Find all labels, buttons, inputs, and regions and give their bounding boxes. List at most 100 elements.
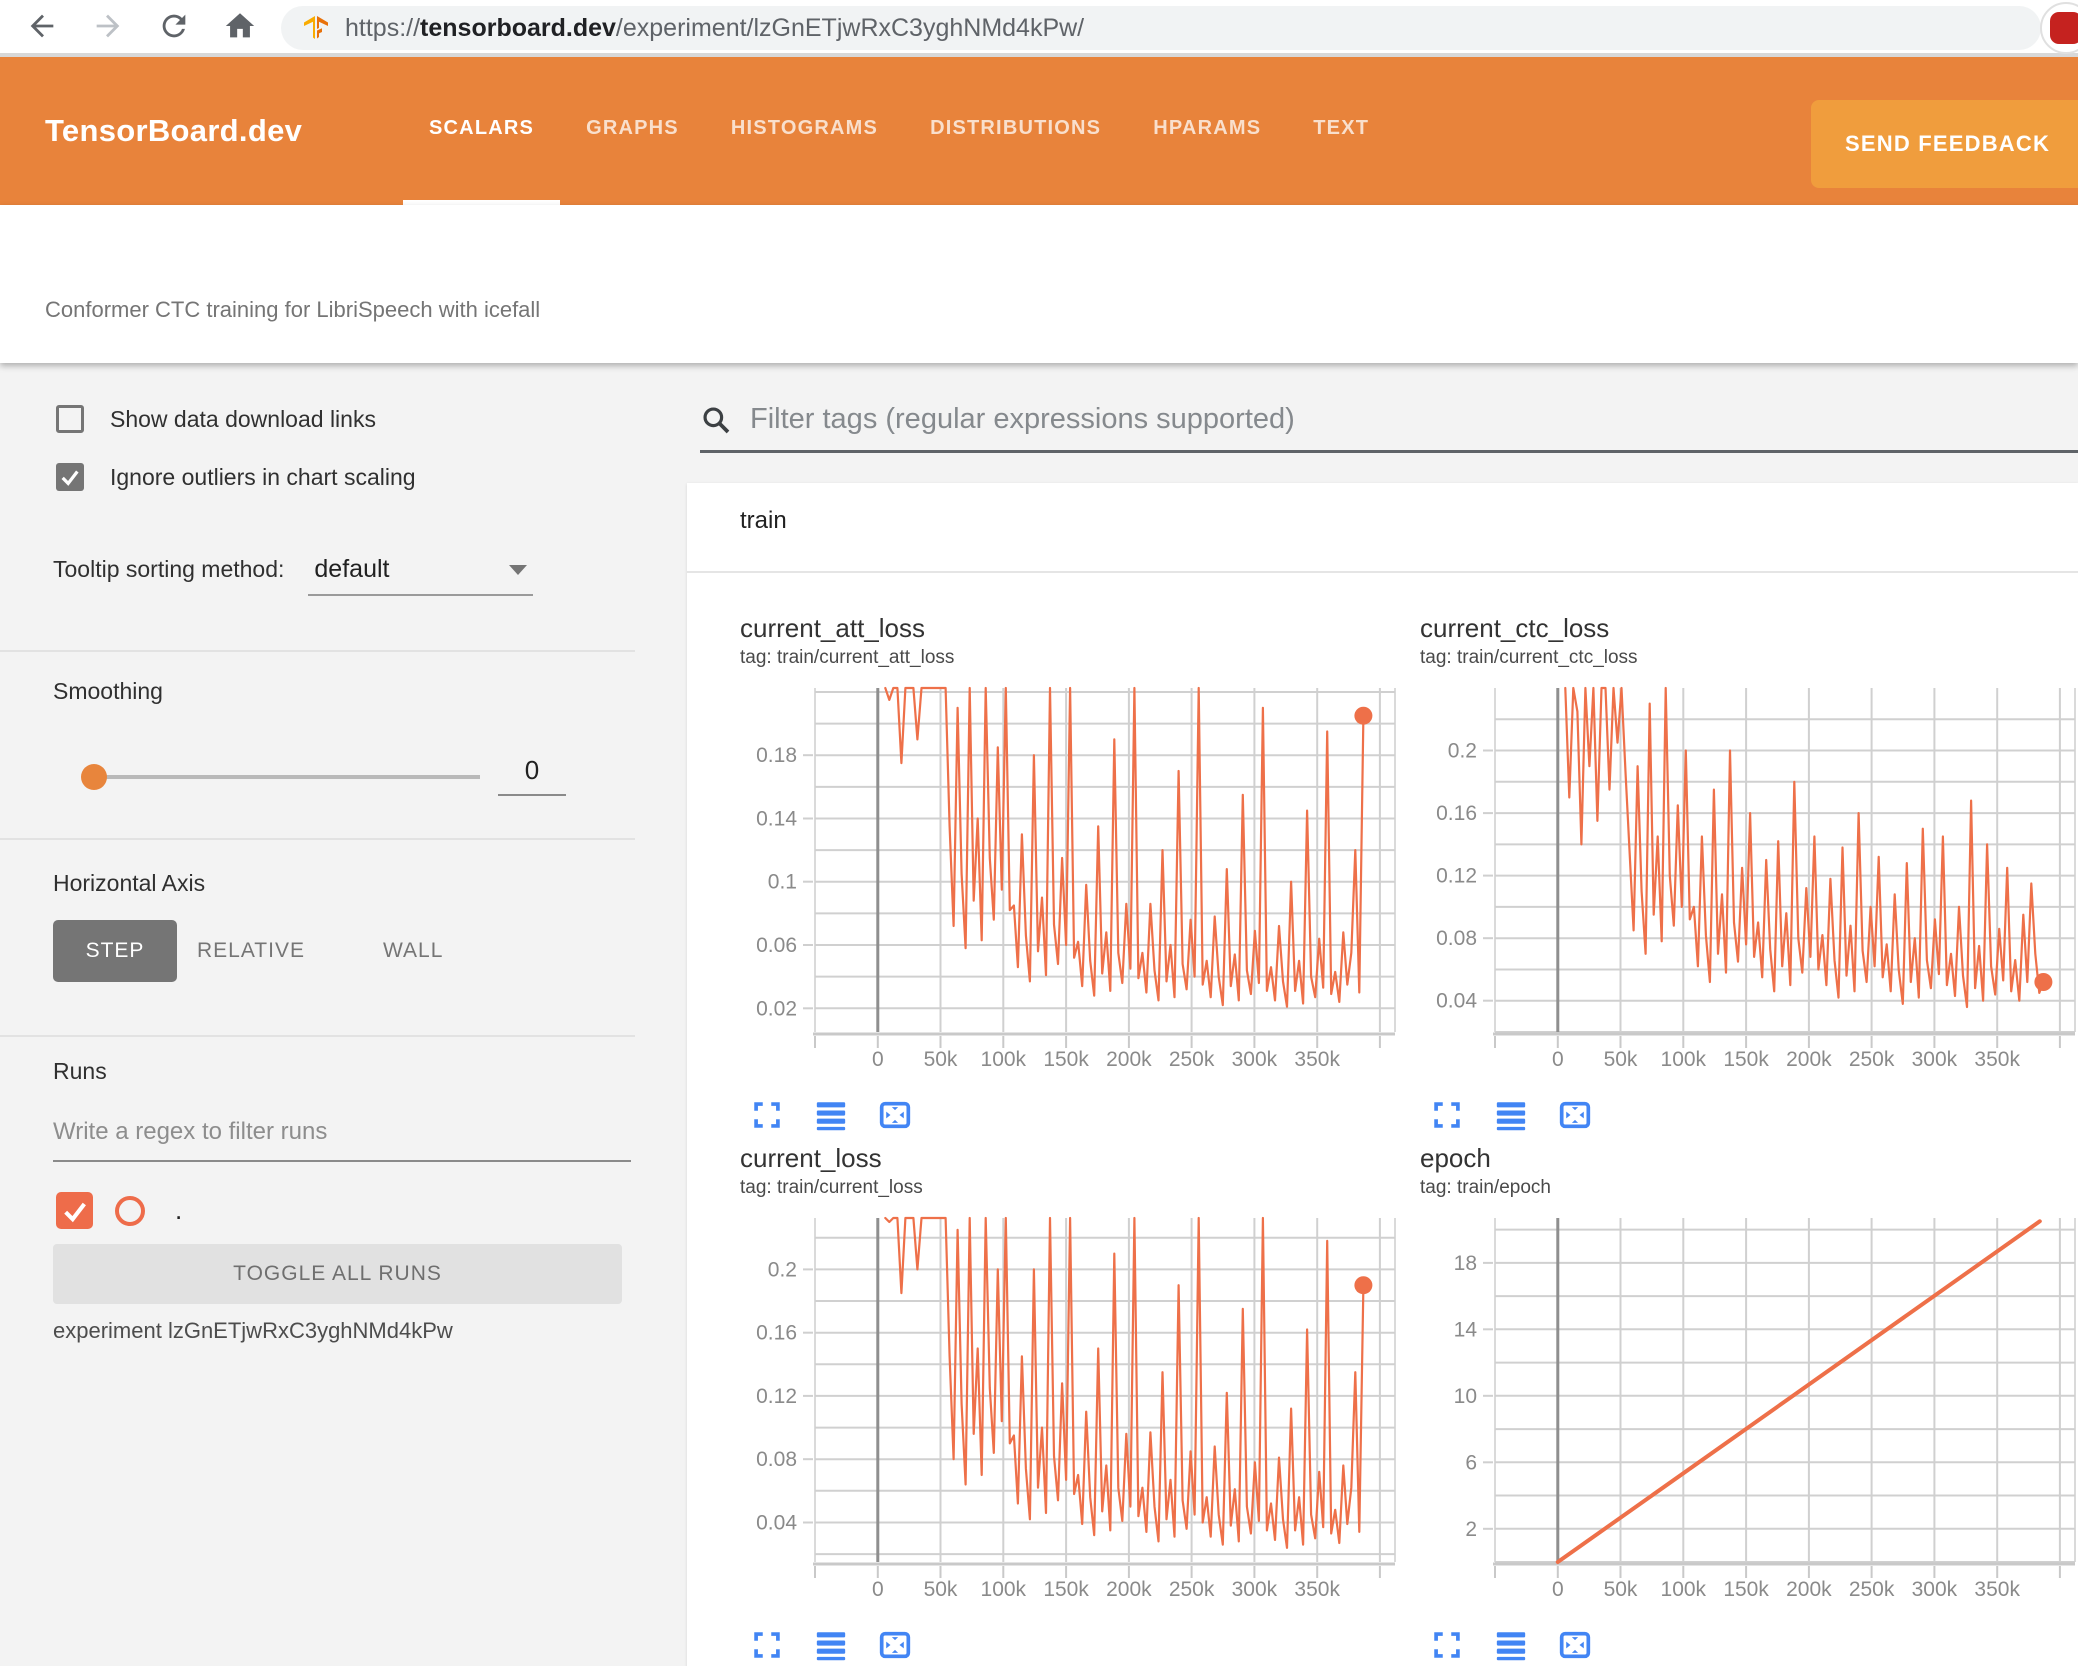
tab-histograms[interactable]: HISTOGRAMS	[705, 57, 904, 205]
run-color-swatch[interactable]	[115, 1195, 145, 1226]
chart-actions	[750, 1098, 1400, 1132]
fullscreen-icon[interactable]	[750, 1098, 784, 1132]
runs-filter-input[interactable]	[53, 1112, 631, 1162]
search-icon	[700, 404, 732, 436]
svg-text:300k: 300k	[1912, 1048, 1958, 1071]
svg-text:250k: 250k	[1169, 1578, 1215, 1601]
smoothing-slider[interactable]	[81, 764, 480, 790]
svg-text:0.04: 0.04	[1436, 990, 1477, 1013]
tooltip-sorting-value: default	[314, 555, 390, 583]
svg-text:200k: 200k	[1106, 1578, 1152, 1601]
axis-relative-button[interactable]: RELATIVE	[177, 920, 325, 982]
divider	[0, 838, 635, 840]
data-table-icon[interactable]	[814, 1628, 848, 1662]
svg-text:0.12: 0.12	[756, 1385, 797, 1408]
chart-canvas[interactable]: 0.04 0.08 0.12 0.16 0.2 0 50k 100k 150k 200k 250k 3…	[1420, 684, 2078, 1076]
fit-to-view-icon[interactable]	[1558, 1628, 1592, 1662]
profile-avatar[interactable]	[2040, 2, 2078, 54]
svg-text:0.12: 0.12	[1436, 865, 1477, 888]
svg-text:14: 14	[1454, 1318, 1478, 1341]
main-content: train current_att_loss tag: train/current…	[635, 363, 2078, 1666]
divider	[687, 571, 2078, 573]
fullscreen-icon[interactable]	[1430, 1098, 1464, 1132]
svg-text:18: 18	[1454, 1252, 1477, 1275]
axis-step-button[interactable]: STEP	[53, 920, 177, 982]
reload-icon[interactable]	[154, 6, 194, 46]
chart-canvas[interactable]: 0.02 0.06 0.1 0.14 0.18 0 50k 100k 150k 200k 250k 3…	[740, 684, 1400, 1076]
run-checkbox[interactable]	[56, 1192, 93, 1229]
url-path: /experiment/lzGnETjwRxC3yghNMd4kPw/	[615, 13, 1085, 42]
tab-distributions[interactable]: DISTRIBUTIONS	[904, 57, 1127, 205]
filter-tags-input[interactable]	[750, 403, 2078, 436]
svg-text:0.16: 0.16	[756, 1322, 797, 1345]
svg-text:150k: 150k	[1043, 1048, 1089, 1071]
data-table-icon[interactable]	[1494, 1628, 1528, 1662]
fit-to-view-icon[interactable]	[878, 1098, 912, 1132]
chart-tag: tag: train/current_att_loss	[740, 647, 955, 668]
app-logo: TensorBoard.dev	[45, 113, 303, 148]
divider	[0, 1035, 635, 1037]
tab-hparams[interactable]: HPARAMS	[1127, 57, 1287, 205]
data-table-icon[interactable]	[814, 1098, 848, 1132]
forward-icon[interactable]	[88, 6, 128, 46]
svg-text:0: 0	[872, 1578, 884, 1601]
url-bar[interactable]: https://tensorboard.dev/experiment/lzGnE…	[281, 6, 2041, 50]
axis-wall-button[interactable]: WALL	[363, 920, 463, 982]
svg-text:0.18: 0.18	[756, 744, 797, 767]
svg-text:250k: 250k	[1849, 1578, 1895, 1601]
svg-text:0.06: 0.06	[756, 934, 797, 957]
svg-text:0.14: 0.14	[756, 808, 797, 831]
chart-actions	[1430, 1628, 2078, 1662]
data-table-icon[interactable]	[1494, 1098, 1528, 1132]
svg-text:0: 0	[1552, 1578, 1564, 1601]
fullscreen-icon[interactable]	[750, 1628, 784, 1662]
experiment-title-bar: Conformer CTC training for LibriSpeech w…	[0, 205, 2078, 363]
chart-canvas[interactable]: 0.04 0.08 0.12 0.16 0.2 0 50k 100k 150k 200k 250k 3…	[740, 1214, 1400, 1606]
smoothing-value-input[interactable]: 0	[498, 755, 566, 796]
send-feedback-button[interactable]: SEND FEEDBACK	[1811, 100, 2078, 188]
url-domain: tensorboard.dev	[420, 13, 616, 42]
smoothing-label: Smoothing	[53, 678, 163, 704]
svg-text:250k: 250k	[1849, 1048, 1895, 1071]
chart-title: current_ctc_loss	[1420, 613, 1610, 643]
svg-text:150k: 150k	[1723, 1048, 1769, 1071]
chart-canvas[interactable]: 2 6 10 14 18 0 50k 100k 150k 200k 250k 300k 350k	[1420, 1214, 2078, 1606]
horizontal-axis-label: Horizontal Axis	[53, 870, 206, 896]
tab-scalars[interactable]: SCALARS	[403, 57, 561, 205]
svg-text:0.04: 0.04	[756, 1512, 797, 1535]
tag-group-title[interactable]: train	[740, 507, 787, 535]
page: https://tensorboard.dev/experiment/lzGnE…	[0, 0, 2078, 1666]
svg-text:100k: 100k	[981, 1048, 1027, 1071]
home-icon[interactable]	[220, 6, 260, 46]
svg-text:300k: 300k	[1912, 1578, 1958, 1601]
chevron-down-icon	[509, 564, 528, 575]
fullscreen-icon[interactable]	[1430, 1628, 1464, 1662]
fit-to-view-icon[interactable]	[1558, 1098, 1592, 1132]
toggle-all-runs-button[interactable]: TOGGLE ALL RUNS	[53, 1244, 622, 1304]
svg-text:0.08: 0.08	[756, 1448, 797, 1471]
tab-graphs[interactable]: GRAPHS	[560, 57, 705, 205]
chart-current_att_loss: current_att_loss tag: train/current_att_l…	[740, 612, 1400, 1132]
chart-title: epoch	[1420, 1143, 1491, 1173]
svg-text:200k: 200k	[1786, 1048, 1832, 1071]
fit-to-view-icon[interactable]	[878, 1628, 912, 1662]
ignore-outliers-checkbox[interactable]	[56, 463, 84, 491]
tooltip-sorting-label: Tooltip sorting method:	[53, 556, 285, 582]
tooltip-sorting-select[interactable]: default	[308, 555, 534, 596]
svg-text:100k: 100k	[1661, 1048, 1707, 1071]
svg-text:0: 0	[872, 1048, 884, 1071]
svg-text:200k: 200k	[1786, 1578, 1832, 1601]
tab-text[interactable]: TEXT	[1287, 57, 1395, 205]
svg-text:50k: 50k	[924, 1048, 958, 1071]
svg-text:100k: 100k	[981, 1578, 1027, 1601]
experiment-title: Conformer CTC training for LibriSpeech w…	[45, 297, 541, 322]
back-icon[interactable]	[22, 6, 62, 46]
chart-tag: tag: train/current_loss	[740, 1177, 923, 1198]
svg-text:50k: 50k	[1604, 1048, 1638, 1071]
smoothing-slider-thumb[interactable]	[81, 764, 107, 790]
settings-sidebar: Show data download links Ignore outliers…	[0, 363, 635, 1666]
url-text: https://tensorboard.dev/experiment/lzGnE…	[345, 14, 1084, 43]
show-download-links-checkbox[interactable]	[56, 405, 84, 433]
runs-label: Runs	[53, 1058, 107, 1084]
browser-chrome: https://tensorboard.dev/experiment/lzGnE…	[0, 0, 2078, 57]
